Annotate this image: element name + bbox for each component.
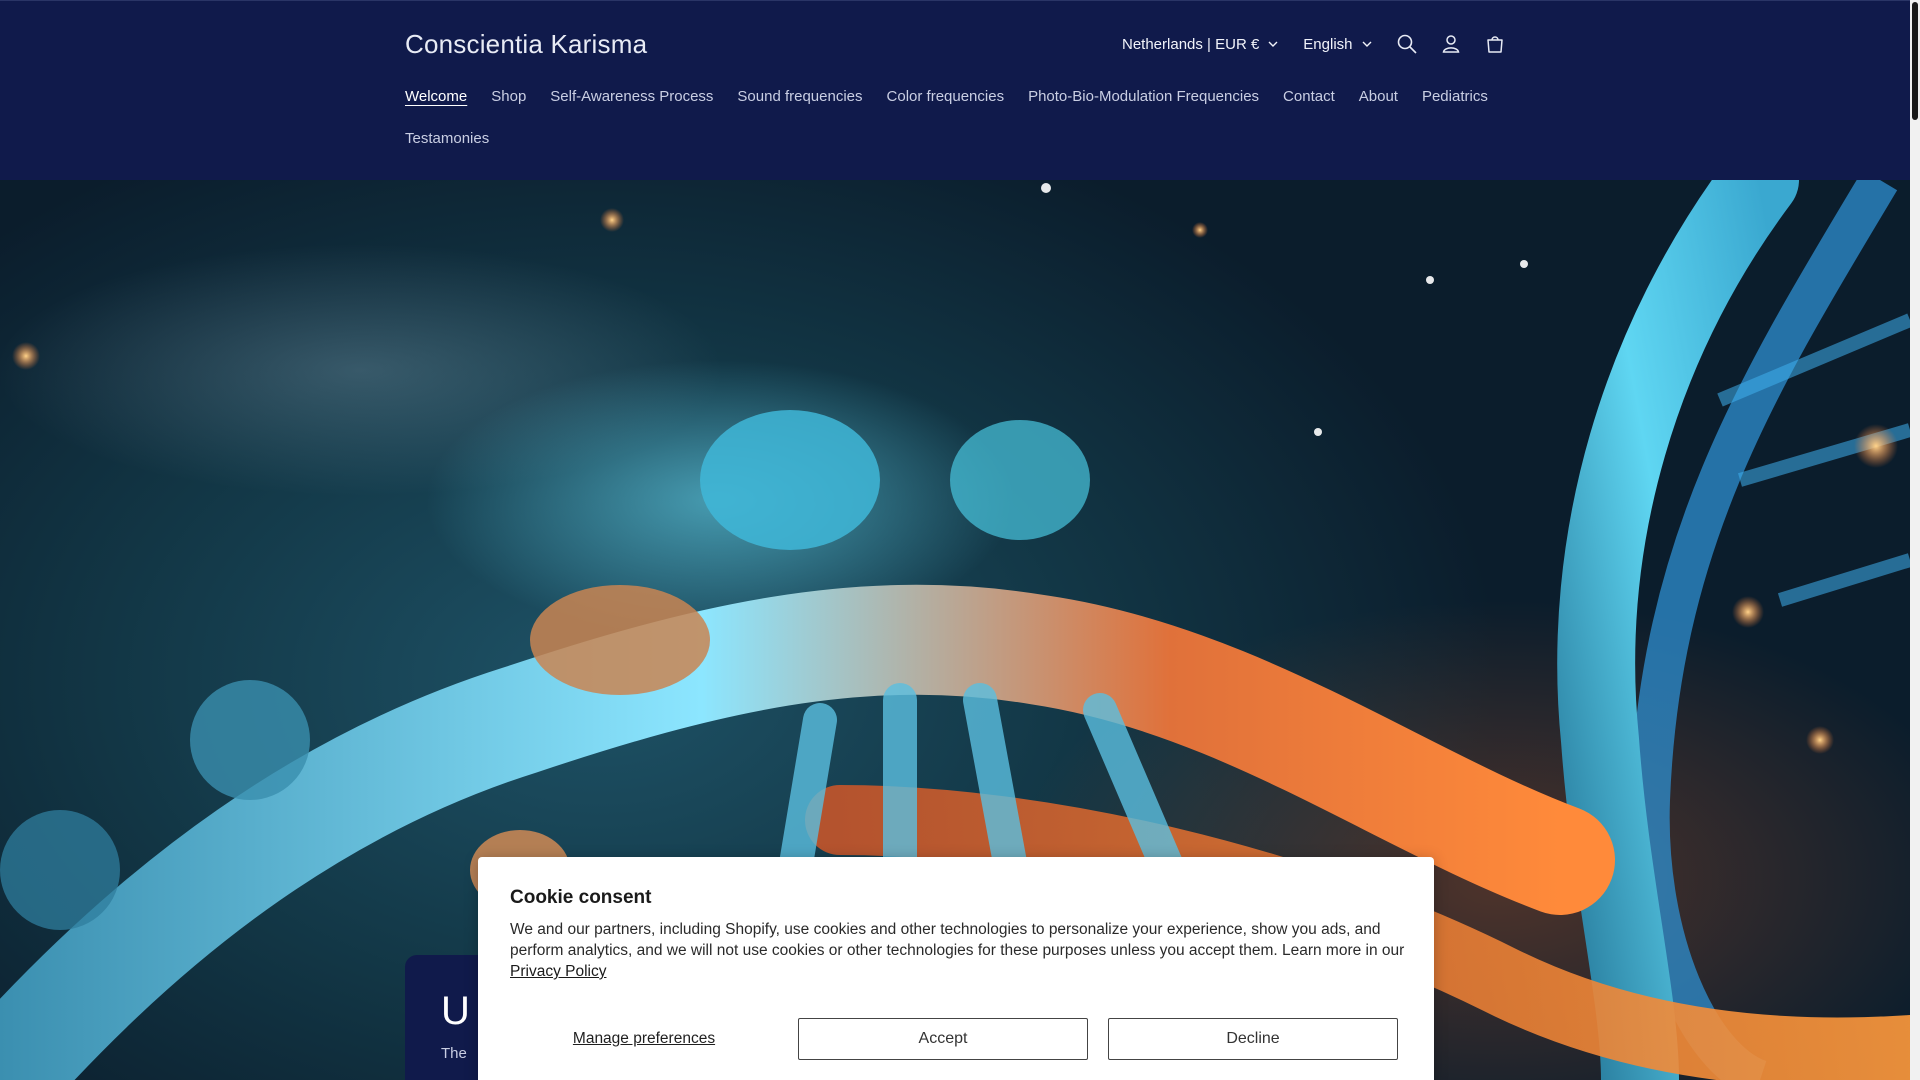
nav-item-self-awareness-process[interactable]: Self-Awareness Process <box>538 79 725 121</box>
site-header: Conscientia Karisma Netherlands | EUR € … <box>0 0 1910 180</box>
nav-item-about[interactable]: About <box>1347 79 1410 121</box>
site-logo[interactable]: Conscientia Karisma <box>405 29 647 60</box>
header-tools: Netherlands | EUR € English <box>1110 23 1517 65</box>
nav-item-contact[interactable]: Contact <box>1271 79 1347 121</box>
chevron-down-icon <box>1361 38 1373 50</box>
nav-item-pediatrics[interactable]: Pediatrics <box>1410 79 1500 121</box>
cart-button[interactable] <box>1473 22 1517 66</box>
manage-preferences-button[interactable]: Manage preferences <box>510 1030 778 1048</box>
nav-item-photo-bio-modulation[interactable]: Photo-Bio-Modulation Frequencies <box>1016 79 1271 121</box>
cookie-title: Cookie consent <box>510 887 652 908</box>
decline-button[interactable]: Decline <box>1108 1018 1398 1060</box>
chevron-down-icon <box>1267 38 1279 50</box>
search-button[interactable] <box>1385 22 1429 66</box>
language-selector[interactable]: English <box>1291 23 1384 65</box>
cart-icon <box>1486 36 1503 53</box>
account-button[interactable] <box>1429 22 1473 66</box>
language-selector-label: English <box>1303 35 1353 53</box>
nav-item-testamonies[interactable]: Testamonies <box>393 121 501 163</box>
nav-item-welcome[interactable]: Welcome <box>393 79 479 121</box>
page-scrollbar[interactable] <box>1910 0 1920 1080</box>
privacy-policy-link[interactable]: Privacy Policy <box>510 963 606 980</box>
cookie-consent-banner: Cookie consent We and our partners, incl… <box>478 857 1434 1080</box>
nav-item-shop[interactable]: Shop <box>479 79 538 121</box>
cookie-body-text: We and our partners, including Shopify, … <box>510 921 1405 959</box>
nav-item-sound-frequencies[interactable]: Sound frequencies <box>725 79 874 121</box>
scrollbar-thumb[interactable] <box>1912 2 1918 120</box>
account-icon <box>1442 35 1459 53</box>
accept-button[interactable]: Accept <box>798 1018 1088 1060</box>
main-navigation: Welcome Shop Self-Awareness Process Soun… <box>393 79 1533 163</box>
cookie-body: We and our partners, including Shopify, … <box>510 919 1410 982</box>
cookie-actions: Manage preferences Accept Decline <box>510 1018 1402 1060</box>
search-icon <box>1397 34 1417 54</box>
nav-item-color-frequencies[interactable]: Color frequencies <box>875 79 1017 121</box>
country-selector-label: Netherlands | EUR € <box>1122 35 1260 53</box>
country-selector[interactable]: Netherlands | EUR € <box>1110 23 1291 65</box>
